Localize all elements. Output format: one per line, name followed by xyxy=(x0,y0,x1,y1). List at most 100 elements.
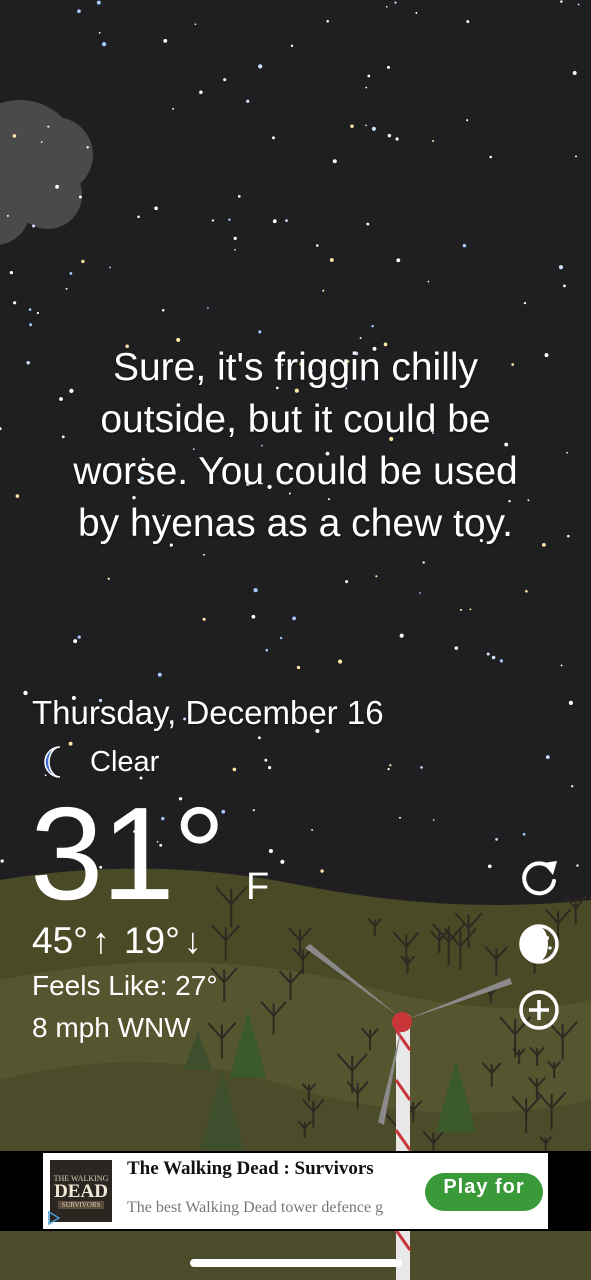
quote-line: worse. You could be used xyxy=(73,450,518,493)
star xyxy=(268,848,273,854)
star xyxy=(466,20,470,24)
star xyxy=(272,219,277,224)
star xyxy=(272,136,275,140)
star xyxy=(40,141,43,144)
ad-card[interactable]: THE WALKING DEAD SURVIVORS The Walking D… xyxy=(43,1153,548,1229)
star xyxy=(81,259,85,264)
star xyxy=(371,126,376,131)
star xyxy=(154,206,158,211)
date-label: Thursday, December 16 xyxy=(32,694,384,731)
refresh-button[interactable] xyxy=(516,856,562,902)
star xyxy=(365,86,368,89)
condition-label: Clear xyxy=(90,745,160,778)
star xyxy=(211,219,215,222)
star xyxy=(389,764,392,767)
star xyxy=(572,71,577,75)
star xyxy=(0,427,2,431)
star xyxy=(109,266,111,269)
star xyxy=(575,155,577,158)
cloud xyxy=(0,100,93,245)
star xyxy=(202,553,205,556)
star xyxy=(69,272,73,275)
crescent-moon-icon xyxy=(44,746,61,778)
star xyxy=(571,785,574,788)
star xyxy=(345,580,349,584)
star xyxy=(98,31,101,34)
home-indicator[interactable] xyxy=(190,1259,402,1267)
ad-play-button[interactable]: Play for xyxy=(425,1173,543,1211)
star xyxy=(316,244,319,247)
star xyxy=(359,337,362,340)
star xyxy=(233,236,237,241)
temperature-unit: F xyxy=(246,866,270,908)
star xyxy=(194,23,197,26)
star xyxy=(398,816,402,819)
star xyxy=(311,828,314,831)
star xyxy=(232,767,237,772)
low-temperature: 19° xyxy=(123,920,180,961)
star xyxy=(202,617,206,621)
star xyxy=(577,3,580,6)
star xyxy=(258,330,262,334)
star xyxy=(290,44,294,47)
star xyxy=(568,700,574,706)
star xyxy=(55,184,60,189)
star xyxy=(558,265,564,270)
star xyxy=(15,494,20,498)
star xyxy=(387,65,390,69)
star xyxy=(9,270,14,275)
quote-line: Sure, it's friggin chilly xyxy=(112,346,479,389)
star xyxy=(462,243,467,248)
star xyxy=(29,323,33,327)
star xyxy=(199,90,203,94)
star xyxy=(420,766,423,769)
ad-choices-icon[interactable] xyxy=(47,1211,61,1225)
add-location-button[interactable] xyxy=(516,987,562,1033)
star xyxy=(252,809,255,812)
star xyxy=(560,664,563,667)
star xyxy=(223,78,227,82)
moon-phase-button[interactable] xyxy=(516,921,562,967)
star xyxy=(367,74,371,78)
star xyxy=(228,218,231,221)
star xyxy=(73,639,78,644)
star xyxy=(292,616,296,621)
star xyxy=(107,577,110,580)
star xyxy=(28,308,32,311)
weather-screen: Sure, it's friggin chilly outside, but i… xyxy=(0,0,591,1280)
star xyxy=(375,575,378,578)
star xyxy=(454,646,459,650)
star xyxy=(387,133,392,138)
star xyxy=(322,289,325,292)
ad-description: The best Walking Dead tower defence g xyxy=(127,1199,384,1216)
star xyxy=(23,690,28,696)
current-temperature: 31° xyxy=(30,780,226,927)
feels-like-label: Feels Like: 27° xyxy=(32,970,218,1001)
star xyxy=(101,41,107,47)
star xyxy=(371,324,374,328)
star xyxy=(12,134,17,138)
star xyxy=(522,832,526,836)
high-temperature: 45° xyxy=(32,920,88,961)
add-circle-icon xyxy=(519,990,559,1030)
star xyxy=(32,224,36,228)
star xyxy=(285,219,288,222)
star xyxy=(459,608,463,611)
star xyxy=(338,659,343,664)
refresh-icon xyxy=(522,861,557,896)
star xyxy=(257,736,261,740)
star xyxy=(77,635,81,639)
star xyxy=(486,652,490,656)
star xyxy=(258,64,263,69)
star xyxy=(265,648,269,652)
star xyxy=(65,287,68,290)
star xyxy=(6,214,9,217)
star xyxy=(385,5,388,8)
star xyxy=(495,838,498,841)
wind-label: 8 mph WNW xyxy=(32,1012,191,1043)
quote-line: by hyenas as a chew toy. xyxy=(77,502,514,545)
star xyxy=(264,758,268,762)
star xyxy=(422,561,425,564)
star xyxy=(387,768,390,771)
star xyxy=(525,590,528,593)
